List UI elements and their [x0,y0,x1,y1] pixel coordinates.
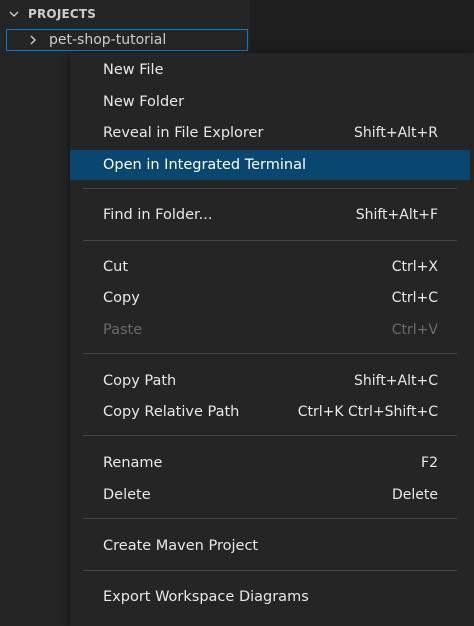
menu-item-label: Export Workspace Diagrams [103,589,309,605]
menu-item-shortcut: F2 [421,455,438,471]
menu-item-shortcut: Ctrl+V [391,322,438,338]
menu-item-delete[interactable]: Delete Delete [70,480,470,510]
menu-item-copy-relative-path[interactable]: Copy Relative Path Ctrl+K Ctrl+Shift+C [70,397,470,427]
menu-item-shortcut: Ctrl+C [391,290,438,306]
menu-item-find-in-folder[interactable]: Find in Folder... Shift+Alt+F [70,200,470,230]
menu-item-paste: Paste Ctrl+V [70,315,470,345]
menu-item-label: New Folder [103,94,185,110]
context-menu: New File New Folder Reveal in File Explore… [70,53,474,626]
menu-separator [83,353,457,354]
menu-item-shortcut: Shift+Alt+R [354,125,438,141]
menu-item-create-maven-project[interactable]: Create Maven Project [70,531,470,561]
menu-item-label: Copy [103,290,140,306]
menu-item-shortcut: Ctrl+X [391,259,438,275]
projects-section-header[interactable]: PROJECTS [0,2,250,26]
menu-item-label: Find in Folder... [103,207,213,223]
menu-item-new-file[interactable]: New File [70,55,470,85]
section-title: PROJECTS [28,7,97,21]
menu-item-reveal-in-file-explorer[interactable]: Reveal in File Explorer Shift+Alt+R [70,118,470,148]
menu-item-open-in-integrated-terminal[interactable]: Open in Integrated Terminal [70,150,470,180]
menu-separator [83,570,457,571]
menu-item-shortcut: Ctrl+K Ctrl+Shift+C [297,404,438,420]
menu-item-label: Reveal in File Explorer [103,125,264,141]
menu-item-shortcut: Shift+Alt+C [353,373,438,389]
menu-item-export-workspace-diagrams[interactable]: Export Workspace Diagrams [70,582,470,612]
project-tree-item[interactable]: pet-shop-tutorial [6,29,248,51]
menu-item-label: Copy Relative Path [103,404,240,420]
menu-item-label: Copy Path [103,373,177,389]
menu-item-label: Rename [103,455,163,471]
menu-item-label: New File [103,62,164,78]
menu-separator [83,435,457,436]
menu-item-label: Open in Integrated Terminal [103,157,306,173]
menu-item-label: Delete [103,487,151,503]
chevron-right-icon [27,34,49,46]
menu-item-copy[interactable]: Copy Ctrl+C [70,283,470,313]
menu-item-cut[interactable]: Cut Ctrl+X [70,252,470,282]
menu-item-label: Create Maven Project [103,538,259,554]
project-name: pet-shop-tutorial [49,32,167,48]
menu-item-new-folder[interactable]: New Folder [70,87,470,117]
menu-separator [83,240,457,241]
menu-separator [83,518,457,519]
menu-item-rename[interactable]: Rename F2 [70,448,470,478]
menu-item-copy-path[interactable]: Copy Path Shift+Alt+C [70,366,470,396]
chevron-down-icon [0,2,28,26]
menu-separator [83,188,457,189]
menu-item-label: Cut [103,259,128,275]
menu-item-shortcut: Shift+Alt+F [355,207,438,223]
menu-item-label: Paste [103,322,143,338]
menu-item-shortcut: Delete [392,487,438,503]
